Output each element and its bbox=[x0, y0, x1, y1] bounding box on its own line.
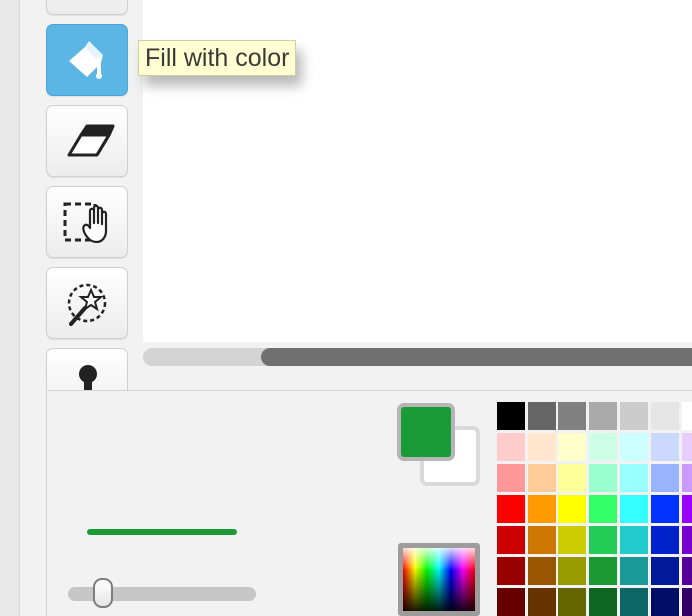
palette-swatch[interactable] bbox=[620, 495, 648, 523]
palette-swatch[interactable] bbox=[589, 526, 617, 554]
fill-tool-tooltip: Fill with color bbox=[138, 40, 297, 76]
palette-swatch[interactable] bbox=[589, 588, 617, 616]
magic-select-tool-button[interactable] bbox=[46, 267, 128, 339]
palette-swatch[interactable] bbox=[682, 402, 692, 430]
palette-swatch[interactable] bbox=[497, 526, 525, 554]
eraser-icon bbox=[67, 124, 115, 157]
paint-bucket-icon bbox=[69, 41, 103, 79]
left-edge-strip bbox=[0, 0, 20, 616]
magic-wand-select-icon bbox=[67, 283, 107, 326]
foreground-color-swatch[interactable] bbox=[397, 403, 455, 461]
stroke-width-slider-thumb[interactable] bbox=[93, 578, 114, 608]
tool-button-partial-top[interactable] bbox=[46, 0, 128, 15]
palette-swatch[interactable] bbox=[682, 588, 692, 616]
palette-swatch[interactable] bbox=[558, 588, 586, 616]
palette-swatch[interactable] bbox=[497, 464, 525, 492]
palette-swatch[interactable] bbox=[528, 588, 556, 616]
palette-swatch[interactable] bbox=[620, 464, 648, 492]
palette-swatch[interactable] bbox=[651, 464, 679, 492]
palette-swatch[interactable] bbox=[497, 588, 525, 616]
palette-swatch[interactable] bbox=[651, 526, 679, 554]
palette-swatch[interactable] bbox=[620, 433, 648, 461]
palette-swatch[interactable] bbox=[497, 557, 525, 585]
palette-swatch[interactable] bbox=[528, 526, 556, 554]
palette-swatch[interactable] bbox=[682, 557, 692, 585]
palette-swatch[interactable] bbox=[589, 464, 617, 492]
palette-swatch[interactable] bbox=[651, 588, 679, 616]
palette-swatch[interactable] bbox=[497, 495, 525, 523]
palette-swatch[interactable] bbox=[558, 526, 586, 554]
palette-swatch[interactable] bbox=[497, 402, 525, 430]
palette-swatch[interactable] bbox=[528, 495, 556, 523]
color-spectrum-picker[interactable] bbox=[398, 543, 480, 616]
palette-swatch[interactable] bbox=[558, 464, 586, 492]
palette-swatch[interactable] bbox=[620, 557, 648, 585]
palette-swatch[interactable] bbox=[651, 557, 679, 585]
stroke-width-preview bbox=[87, 529, 237, 535]
palette-swatch[interactable] bbox=[682, 526, 692, 554]
palette-swatch[interactable] bbox=[497, 433, 525, 461]
palette-swatch[interactable] bbox=[589, 402, 617, 430]
palette-swatch[interactable] bbox=[528, 464, 556, 492]
color-palette-grid bbox=[494, 400, 692, 616]
palette-swatch[interactable] bbox=[528, 557, 556, 585]
palette-swatch[interactable] bbox=[558, 495, 586, 523]
palette-swatch[interactable] bbox=[682, 464, 692, 492]
scrollbar-thumb[interactable] bbox=[261, 348, 692, 366]
palette-swatch[interactable] bbox=[558, 402, 586, 430]
palette-swatch[interactable] bbox=[651, 495, 679, 523]
palette-swatch[interactable] bbox=[589, 557, 617, 585]
eraser-tool-button[interactable] bbox=[46, 105, 128, 177]
palette-swatch[interactable] bbox=[682, 433, 692, 461]
palette-swatch[interactable] bbox=[651, 402, 679, 430]
horizontal-scrollbar[interactable] bbox=[143, 342, 692, 388]
palette-swatch[interactable] bbox=[589, 433, 617, 461]
palette-swatch[interactable] bbox=[682, 495, 692, 523]
palette-swatch[interactable] bbox=[620, 526, 648, 554]
palette-swatch[interactable] bbox=[620, 588, 648, 616]
spectrum-highlight bbox=[403, 548, 475, 611]
palette-swatch[interactable] bbox=[558, 557, 586, 585]
palette-swatch[interactable] bbox=[620, 402, 648, 430]
select-tool-button[interactable] bbox=[46, 186, 128, 258]
palette-swatch[interactable] bbox=[558, 433, 586, 461]
fill-tool-button[interactable] bbox=[46, 24, 128, 96]
palette-swatch[interactable] bbox=[651, 433, 679, 461]
palette-swatch[interactable] bbox=[589, 495, 617, 523]
palette-swatch[interactable] bbox=[528, 433, 556, 461]
select-hand-icon bbox=[63, 202, 108, 244]
palette-swatch[interactable] bbox=[528, 402, 556, 430]
